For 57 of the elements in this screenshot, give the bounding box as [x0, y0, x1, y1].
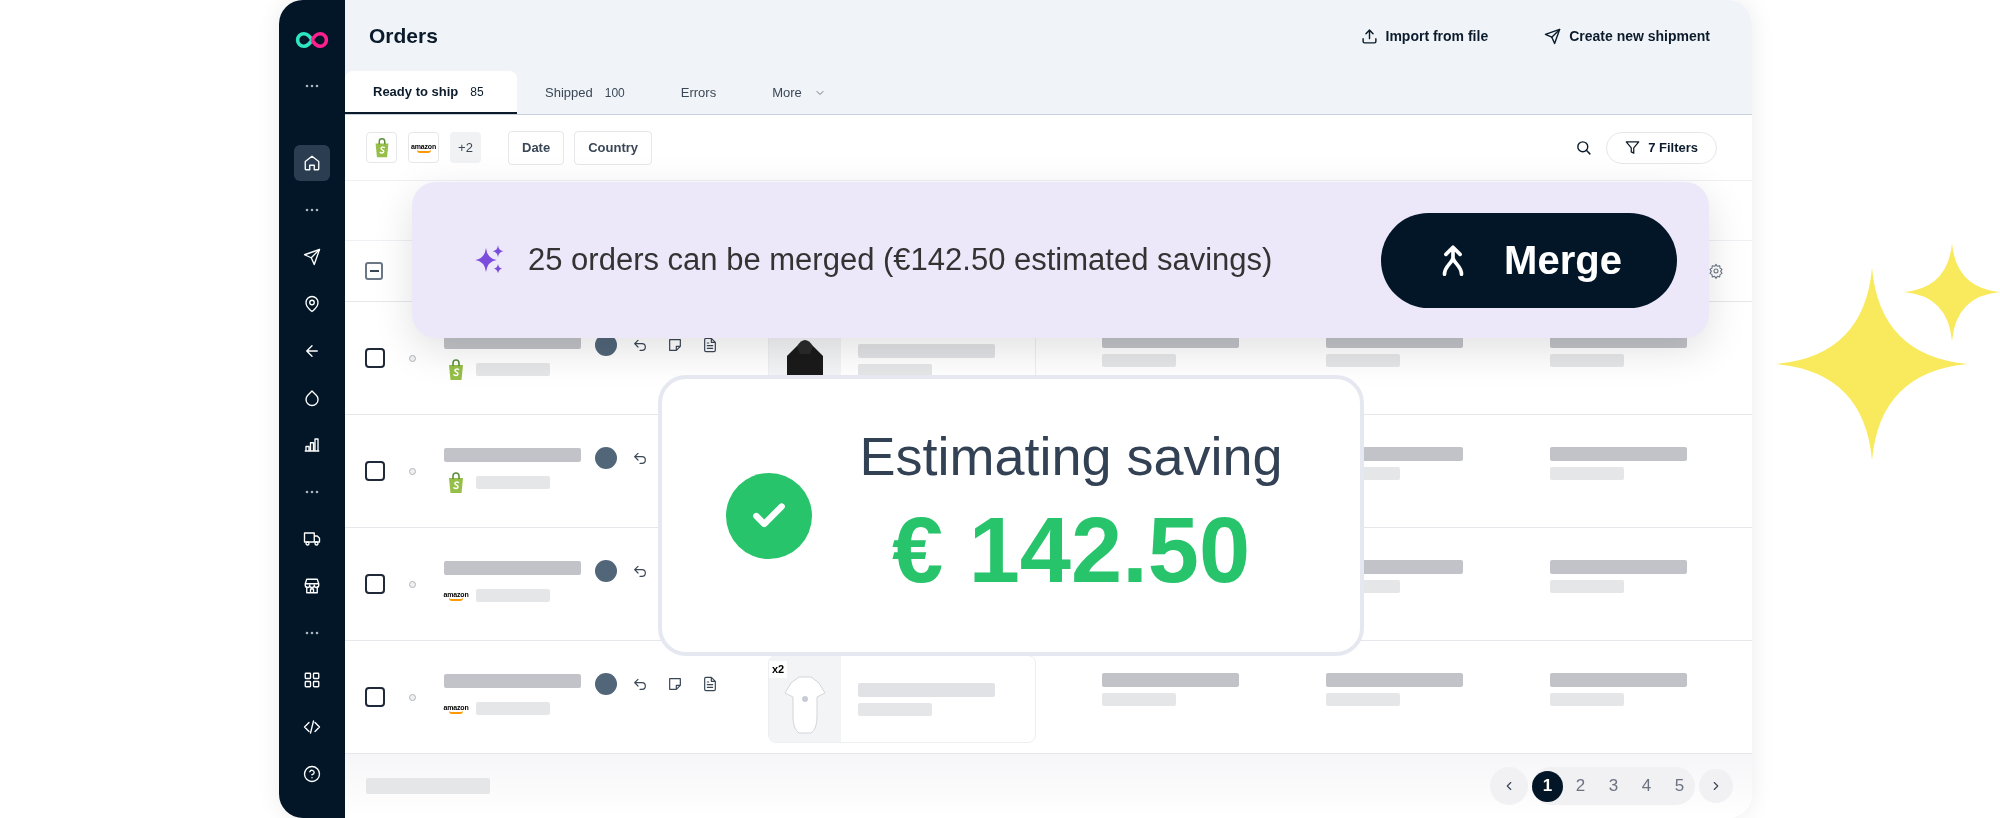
code-icon — [303, 717, 321, 736]
tab[interactable]: Ready to ship 85 — [345, 71, 517, 114]
send-icon — [1544, 27, 1562, 45]
avatar — [595, 673, 617, 695]
page-button[interactable]: 5 — [1664, 770, 1695, 802]
tab[interactable]: Shipped 100 — [517, 71, 653, 114]
reply-icon[interactable] — [632, 676, 648, 692]
reply-icon[interactable] — [632, 337, 648, 353]
tab[interactable]: Errors — [652, 71, 745, 114]
row-checkbox[interactable] — [365, 348, 385, 368]
logo-icon[interactable] — [294, 30, 330, 50]
help-icon — [303, 764, 321, 783]
document-icon[interactable] — [702, 676, 718, 692]
settings-icon[interactable] — [1708, 263, 1724, 279]
page-button[interactable]: 2 — [1565, 770, 1596, 802]
document-icon[interactable] — [702, 337, 718, 353]
page-button[interactable]: 1 — [1532, 770, 1563, 802]
savings-amount: € 142.50 — [891, 497, 1251, 603]
reply-icon[interactable] — [632, 450, 648, 466]
reply-icon[interactable] — [632, 563, 648, 579]
home-icon — [303, 153, 321, 172]
bar-chart-icon — [303, 435, 321, 454]
avatar — [595, 447, 617, 469]
grid-icon — [303, 670, 321, 689]
create-shipment-button[interactable]: Create new shipment — [1544, 25, 1710, 47]
row-checkbox[interactable] — [365, 687, 385, 707]
more-icon — [305, 84, 319, 88]
filter-icon — [1625, 140, 1641, 155]
filter-button[interactable]: Date — [508, 130, 565, 165]
page-button[interactable]: 3 — [1598, 770, 1629, 802]
more-icon — [305, 489, 319, 494]
more-stores-button[interactable]: +2 — [450, 132, 481, 163]
search-icon — [1574, 139, 1592, 156]
store-icon — [303, 576, 321, 595]
more-icon — [305, 207, 319, 212]
note-icon[interactable] — [667, 337, 683, 353]
quantity-label: x2 — [769, 661, 788, 678]
filter-button[interactable]: Country — [574, 130, 653, 165]
avatar — [595, 560, 617, 582]
send-icon — [303, 247, 321, 266]
page-title: Orders — [369, 23, 438, 50]
import-button[interactable]: Import from file — [1360, 25, 1489, 47]
note-icon[interactable] — [667, 676, 683, 692]
select-all-checkbox[interactable] — [365, 262, 383, 280]
row-checkbox[interactable] — [365, 574, 385, 594]
page-button[interactable]: 4 — [1631, 770, 1662, 802]
truck-icon — [303, 529, 321, 548]
merge-message: 25 orders can be merged (€142.50 estimated savings) — [528, 240, 1273, 279]
tab[interactable]: More — [744, 71, 854, 114]
drop-icon — [303, 388, 321, 407]
merge-button[interactable]: Merge — [1381, 212, 1677, 308]
more-icon — [305, 630, 319, 635]
upload-icon — [1360, 27, 1378, 45]
row-checkbox[interactable] — [365, 461, 385, 481]
sidebar-button[interactable] — [294, 144, 330, 181]
location-pin-icon — [303, 294, 321, 313]
savings-title: Estimating saving — [859, 425, 1283, 489]
